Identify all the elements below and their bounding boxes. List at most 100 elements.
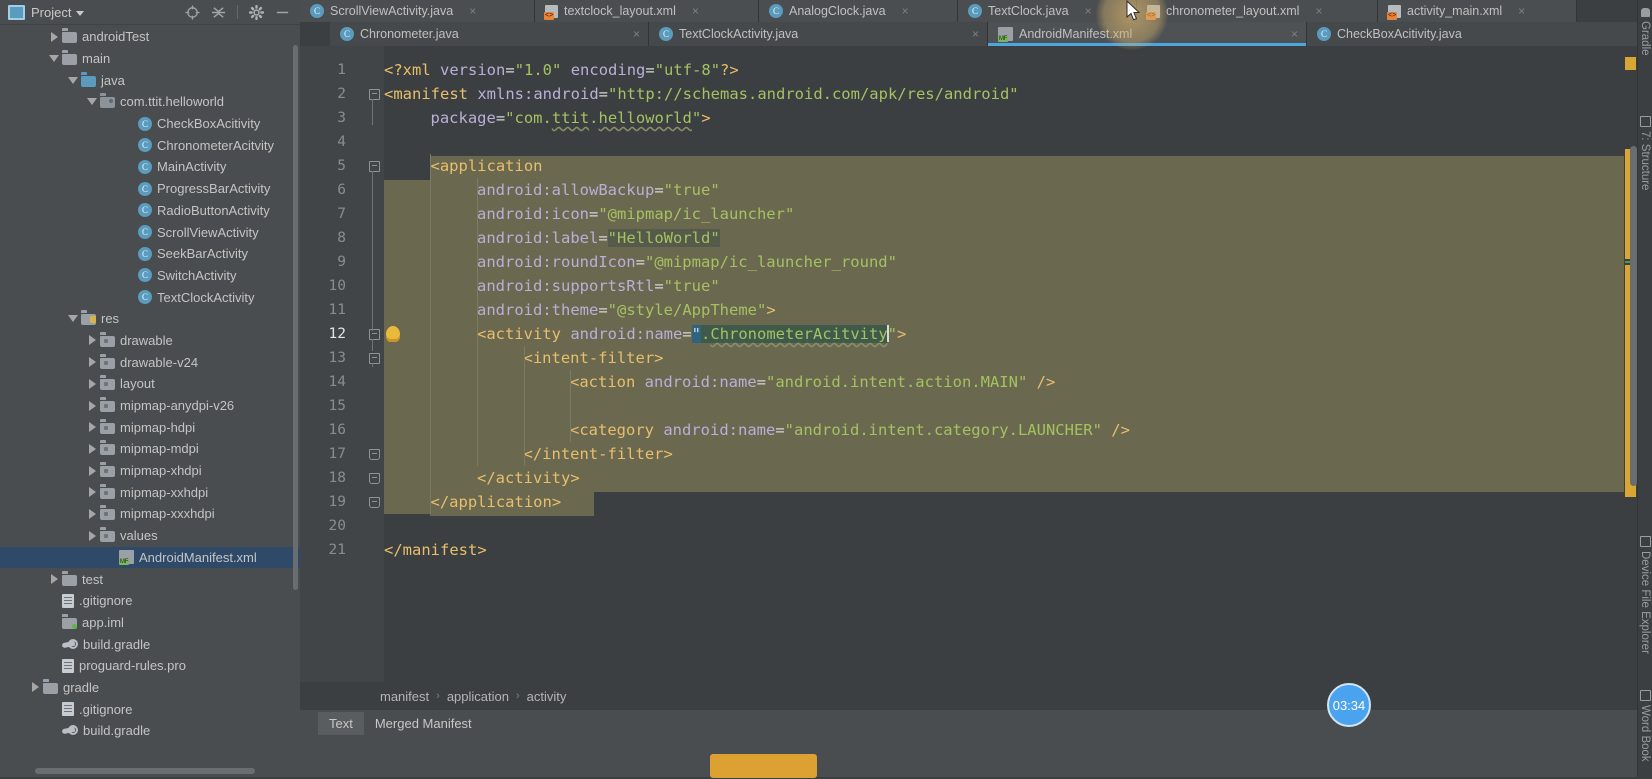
code-line[interactable]: package="com.ttit.helloworld">: [431, 106, 711, 130]
expand-arrow-icon[interactable]: [51, 574, 58, 584]
expand-arrow-icon[interactable]: [89, 422, 96, 432]
lightbulb-icon[interactable]: [386, 326, 400, 342]
expand-arrow-icon[interactable]: [89, 487, 96, 497]
tree-item-switchactivity[interactable]: CSwitchActivity: [0, 265, 300, 287]
tree-item-mipmap-xxhdpi[interactable]: mipmap-xxhdpi: [0, 481, 300, 503]
tree-item-main[interactable]: main: [0, 48, 300, 70]
tree-item-mipmap-mdpi[interactable]: mipmap-mdpi: [0, 438, 300, 460]
code-line[interactable]: android:roundIcon="@mipmap/ic_launcher_r…: [477, 250, 897, 274]
tree-item-checkboxacitivity[interactable]: CCheckBoxAcitivity: [0, 113, 300, 135]
expand-arrow-icon[interactable]: [32, 682, 39, 692]
fold-expand-handle[interactable]: [368, 466, 380, 490]
fold-collapse-handle[interactable]: [368, 154, 380, 178]
code-line[interactable]: <category android:name="android.intent.c…: [570, 418, 1130, 442]
tree-item-mainactivity[interactable]: CMainActivity: [0, 156, 300, 178]
code-line[interactable]: </application>: [431, 490, 562, 514]
breadcrumb-item-manifest[interactable]: manifest: [380, 689, 429, 704]
tool-window-button-word-book[interactable]: Word Book: [1638, 690, 1652, 762]
editor-mode-tabs[interactable]: TextMerged Manifest: [300, 710, 1638, 736]
expand-arrow-icon[interactable]: [51, 32, 58, 42]
tree-item-mipmap-anydpi-v26[interactable]: mipmap-anydpi-v26: [0, 395, 300, 417]
tree-item-values[interactable]: values: [0, 525, 300, 547]
tree-item-build-gradle[interactable]: build.gradle: [0, 720, 300, 742]
expand-arrow-icon[interactable]: [89, 466, 96, 476]
breadcrumb-item-application[interactable]: application: [447, 689, 509, 704]
breadcrumb-item-activity[interactable]: activity: [527, 689, 567, 704]
code-line[interactable]: android:icon="@mipmap/ic_launcher": [477, 202, 794, 226]
tree-item-test[interactable]: test: [0, 568, 300, 590]
code-line[interactable]: <application: [431, 154, 543, 178]
settings-gear-icon[interactable]: [249, 5, 264, 20]
tree-item-androidmanifest-xml[interactable]: AndroidManifest.xml: [0, 547, 300, 569]
editor-gutter[interactable]: 123456789101112131415161718192021: [300, 46, 384, 682]
close-tab-icon[interactable]: ×: [1518, 4, 1525, 18]
code-line[interactable]: </activity>: [477, 466, 580, 490]
tree-item-textclockactivity[interactable]: CTextClockActivity: [0, 286, 300, 308]
expand-arrow-icon[interactable]: [89, 531, 96, 541]
tree-item-mipmap-xhdpi[interactable]: mipmap-xhdpi: [0, 460, 300, 482]
tree-item-gitignore[interactable]: .gitignore: [0, 698, 300, 720]
code-line[interactable]: android:supportsRtl="true": [477, 274, 720, 298]
tree-item-com-ttit-helloworld[interactable]: com.ttit.helloworld: [0, 91, 300, 113]
project-tree[interactable]: androidTestmainjavacom.ttit.helloworldCC…: [0, 25, 300, 779]
right-tool-strip[interactable]: Gradle 7: Structure Device File Explorer Wo…: [1637, 0, 1652, 777]
tree-item-drawable[interactable]: drawable: [0, 330, 300, 352]
editor-code-area[interactable]: <?xml version="1.0" encoding="utf-8"?><m…: [384, 46, 1638, 682]
editor-tab-textclockactivity-java[interactable]: CTextClockActivity.java×: [649, 22, 988, 46]
code-line[interactable]: android:allowBackup="true": [477, 178, 720, 202]
tree-item-proguard-rules-pro[interactable]: proguard-rules.pro: [0, 655, 300, 677]
editor-tab-row-1[interactable]: CScrollViewActivity.java×textclock_layou…: [300, 0, 1638, 22]
code-editor[interactable]: 123456789101112131415161718192021 <?xml …: [300, 46, 1638, 682]
expand-arrow-icon[interactable]: [89, 509, 96, 519]
collapse-all-icon[interactable]: [211, 5, 226, 20]
editor-mode-tab-text[interactable]: Text: [318, 712, 364, 735]
editor-tab-analogclock-java[interactable]: CAnalogClock.java×: [759, 0, 958, 22]
code-line[interactable]: </intent-filter>: [524, 442, 673, 466]
expand-arrow-icon[interactable]: [89, 379, 96, 389]
fold-collapse-handle[interactable]: [368, 82, 380, 106]
project-tree-horizontal-scrollbar[interactable]: [35, 768, 255, 774]
tree-item-androidtest[interactable]: androidTest: [0, 26, 300, 48]
tree-item-layout[interactable]: layout: [0, 373, 300, 395]
highlighted-action-button[interactable]: [710, 754, 817, 778]
collapse-arrow-icon[interactable]: [49, 55, 59, 62]
tree-item-gitignore[interactable]: .gitignore: [0, 590, 300, 612]
close-tab-icon[interactable]: ×: [1315, 4, 1322, 18]
close-tab-icon[interactable]: ×: [469, 4, 476, 18]
editor-tab-chronometer-java[interactable]: CChronometer.java×: [330, 22, 649, 46]
project-tree-vertical-scrollbar[interactable]: [293, 45, 298, 590]
editor-tab-row-2[interactable]: CChronometer.java×CTextClockActivity.jav…: [300, 22, 1638, 46]
tool-window-button-7-structure[interactable]: 7: Structure: [1638, 116, 1652, 190]
minimize-icon[interactable]: [275, 5, 290, 20]
editor-vertical-scrollbar[interactable]: [1630, 146, 1637, 486]
fold-collapse-handle[interactable]: [368, 322, 380, 346]
editor-tab-scrollviewactivity-java[interactable]: CScrollViewActivity.java×: [300, 0, 535, 22]
close-tab-icon[interactable]: ×: [633, 27, 640, 41]
close-tab-icon[interactable]: ×: [972, 27, 979, 41]
code-line[interactable]: android:label="HelloWorld": [477, 226, 720, 250]
tree-item-mipmap-xxxhdpi[interactable]: mipmap-xxxhdpi: [0, 503, 300, 525]
tree-item-res[interactable]: res: [0, 308, 300, 330]
code-line[interactable]: </manifest>: [384, 538, 487, 562]
tree-item-java[interactable]: java: [0, 69, 300, 91]
close-tab-icon[interactable]: ×: [1085, 4, 1092, 18]
tree-item-radiobuttonactivity[interactable]: CRadioButtonActivity: [0, 200, 300, 222]
tree-item-scrollviewactivity[interactable]: CScrollViewActivity: [0, 221, 300, 243]
tree-item-app-iml[interactable]: app.iml: [0, 612, 300, 634]
code-line[interactable]: <manifest xmlns:android="http://schemas.…: [384, 82, 1019, 106]
tool-window-button-device-file-explorer[interactable]: Device File Explorer: [1638, 536, 1652, 654]
fold-collapse-handle[interactable]: [368, 346, 380, 370]
code-line[interactable]: <intent-filter>: [524, 346, 664, 370]
tool-window-button-gradle[interactable]: Gradle: [1638, 8, 1652, 56]
code-line[interactable]: <activity android:name=".ChronometerAcit…: [477, 322, 906, 346]
tree-item-progressbaractivity[interactable]: CProgressBarActivity: [0, 178, 300, 200]
editor-tab-textclock-layout-xml[interactable]: textclock_layout.xml×: [535, 0, 759, 22]
collapse-arrow-icon[interactable]: [68, 77, 78, 84]
tree-item-mipmap-hdpi[interactable]: mipmap-hdpi: [0, 416, 300, 438]
tree-item-chronometeracitvity[interactable]: CChronometerAcitvity: [0, 134, 300, 156]
fold-expand-handle[interactable]: [368, 442, 380, 466]
close-tab-icon[interactable]: ×: [1291, 27, 1298, 41]
code-line[interactable]: android:theme="@style/AppTheme">: [477, 298, 776, 322]
collapse-arrow-icon[interactable]: [87, 98, 97, 105]
editor-mode-tab-merged-manifest[interactable]: Merged Manifest: [364, 712, 483, 735]
